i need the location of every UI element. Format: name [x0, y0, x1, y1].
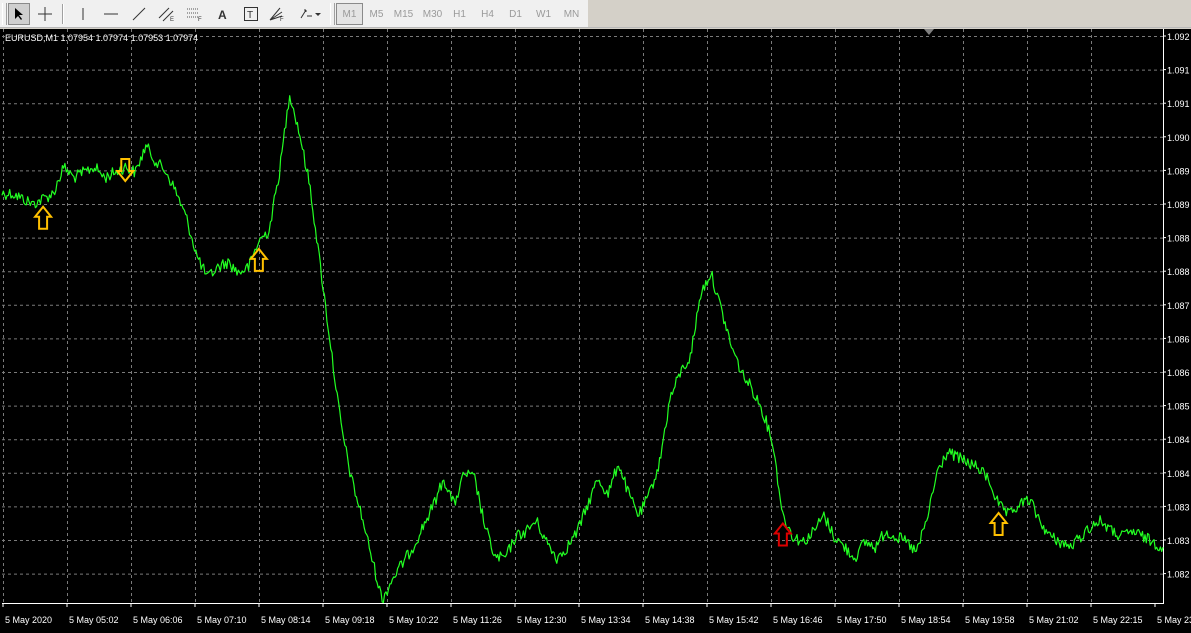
- time-tick-label: 5 May 07:10: [197, 615, 247, 625]
- time-tick-label: 5 May 15:42: [709, 615, 759, 625]
- vertical-line-tool-icon: [82, 8, 84, 20]
- price-tick-label: 1.084: [1167, 469, 1190, 479]
- time-tick-label: 5 May 06:06: [133, 615, 183, 625]
- fibo-fan-tool-button[interactable]: F: [266, 3, 288, 25]
- price-axis: 1.092 1.091 1.091 1.090 1.089 1.089 1.088 1.088…: [1163, 32, 1190, 580]
- horizontal-line-tool-button[interactable]: [100, 3, 122, 25]
- price-tick-label: 1.085: [1167, 402, 1190, 412]
- fibonacci-retracement-tool-button[interactable]: F: [184, 3, 206, 25]
- vertical-line-tool-button[interactable]: [72, 3, 94, 25]
- price-tick-label: 1.082: [1167, 570, 1190, 580]
- svg-text:F: F: [198, 17, 202, 22]
- text-label-tool-icon: T: [244, 7, 258, 21]
- text-label-tool-button[interactable]: T: [240, 3, 262, 25]
- toolbar-empty-area: [588, 0, 1191, 27]
- time-axis: 5 May 2020 5 May 05:02 5 May 06:06 5 May 07…: [2, 603, 1191, 625]
- buy-arrow-icon[interactable]: [248, 247, 269, 272]
- price-tick-label: 1.083: [1167, 536, 1190, 546]
- time-tick-label: 5 May 18:54: [901, 615, 951, 625]
- price-chart[interactable]: 1.092 1.091 1.091 1.090 1.089 1.089 1.088 1.088…: [0, 29, 1191, 633]
- symbol-info-label: EURUSD,M1 1.07954 1.07974 1.07953 1.0797…: [5, 33, 198, 43]
- time-tick-label: 5 May 2020: [5, 615, 52, 625]
- trade-markers: [33, 158, 1009, 547]
- arrows-tool-icon: [300, 9, 321, 19]
- price-tick-label: 1.088: [1167, 234, 1190, 244]
- time-tick-label: 5 May 11:26: [453, 615, 502, 625]
- cursor-tool-icon: [15, 8, 23, 20]
- time-tick-label: 5 May 16:46: [773, 615, 823, 625]
- price-tick-label: 1.091: [1167, 99, 1190, 109]
- price-tick-label: 1.086: [1167, 368, 1190, 378]
- horizontal-line-tool-icon: [104, 13, 118, 15]
- timeframe-m5[interactable]: M5: [363, 3, 390, 25]
- fibo-fan-tool-icon: F: [269, 7, 284, 22]
- time-tick-label: 5 May 23: [1157, 615, 1191, 625]
- time-tick-label: 5 May 14:38: [645, 615, 695, 625]
- equidistant-channel-tool-icon: E: [158, 7, 174, 22]
- text-tool-button[interactable]: A: [212, 3, 234, 25]
- price-tick-label: 1.092: [1167, 32, 1190, 42]
- price-tick-label: 1.091: [1167, 66, 1190, 76]
- time-tick-label: 5 May 10:22: [389, 615, 439, 625]
- price-tick-label: 1.083: [1167, 502, 1190, 512]
- toolbar-separator: [62, 4, 64, 24]
- cursor-tool-button[interactable]: [8, 3, 30, 25]
- crosshair-tool-icon: [38, 7, 52, 21]
- price-line: [1, 95, 1164, 604]
- price-tick-label: 1.089: [1167, 166, 1190, 176]
- price-series-layer: [1, 95, 1164, 604]
- time-tick-label: 5 May 13:34: [581, 615, 631, 625]
- text-tool-icon: A: [218, 8, 227, 22]
- timeframe-w1[interactable]: W1: [530, 3, 557, 25]
- svg-text:F: F: [280, 17, 284, 22]
- buy-arrow-icon[interactable]: [772, 521, 793, 547]
- sell-arrow-icon[interactable]: [115, 158, 136, 183]
- time-tick-label: 5 May 21:02: [1029, 615, 1079, 625]
- arrows-tool-button[interactable]: [296, 3, 324, 25]
- price-tick-label: 1.084: [1167, 435, 1190, 445]
- time-tick-label: 5 May 12:30: [517, 615, 567, 625]
- chart-shift-marker-icon[interactable]: [924, 29, 934, 35]
- time-tick-label: 5 May 22:15: [1093, 615, 1143, 625]
- trendline-tool-button[interactable]: [128, 3, 150, 25]
- price-tick-label: 1.089: [1167, 200, 1190, 210]
- time-tick-label: 5 May 19:58: [965, 615, 1015, 625]
- time-tick-label: 5 May 17:50: [837, 615, 887, 625]
- buy-arrow-icon[interactable]: [988, 511, 1009, 536]
- toolbar-grip[interactable]: [330, 3, 335, 25]
- time-tick-label: 5 May 09:18: [325, 615, 375, 625]
- timeframe-m1[interactable]: M1: [336, 3, 363, 25]
- svg-text:T: T: [247, 10, 253, 21]
- fibonacci-retracement-tool-icon: F: [187, 8, 202, 22]
- crosshair-tool-button[interactable]: [34, 3, 56, 25]
- drawing-toolbar: E F A T F M1 M5 M15 M30 H1 H4 D1 W1 MN: [0, 0, 1191, 28]
- timeframe-m30[interactable]: M30: [419, 3, 446, 25]
- chart-window[interactable]: 1.092 1.091 1.091 1.090 1.089 1.089 1.088 1.088…: [0, 29, 1191, 633]
- price-tick-label: 1.090: [1167, 133, 1190, 143]
- timeframe-h1[interactable]: H1: [446, 3, 473, 25]
- price-tick-label: 1.086: [1167, 334, 1190, 344]
- trendline-tool-icon: [132, 7, 146, 21]
- timeframe-m15[interactable]: M15: [390, 3, 417, 25]
- time-tick-label: 5 May 05:02: [69, 615, 119, 625]
- timeframe-mn[interactable]: MN: [558, 3, 585, 25]
- toolbar-grip[interactable]: [2, 3, 7, 25]
- timeframe-d1[interactable]: D1: [502, 3, 529, 25]
- svg-text:A: A: [218, 8, 227, 22]
- svg-text:E: E: [170, 17, 174, 22]
- price-tick-label: 1.088: [1167, 267, 1190, 277]
- buy-arrow-icon[interactable]: [33, 205, 54, 230]
- timeframe-h4[interactable]: H4: [474, 3, 501, 25]
- price-tick-label: 1.087: [1167, 301, 1190, 311]
- equidistant-channel-tool-button[interactable]: E: [156, 3, 178, 25]
- time-tick-label: 5 May 08:14: [261, 615, 311, 625]
